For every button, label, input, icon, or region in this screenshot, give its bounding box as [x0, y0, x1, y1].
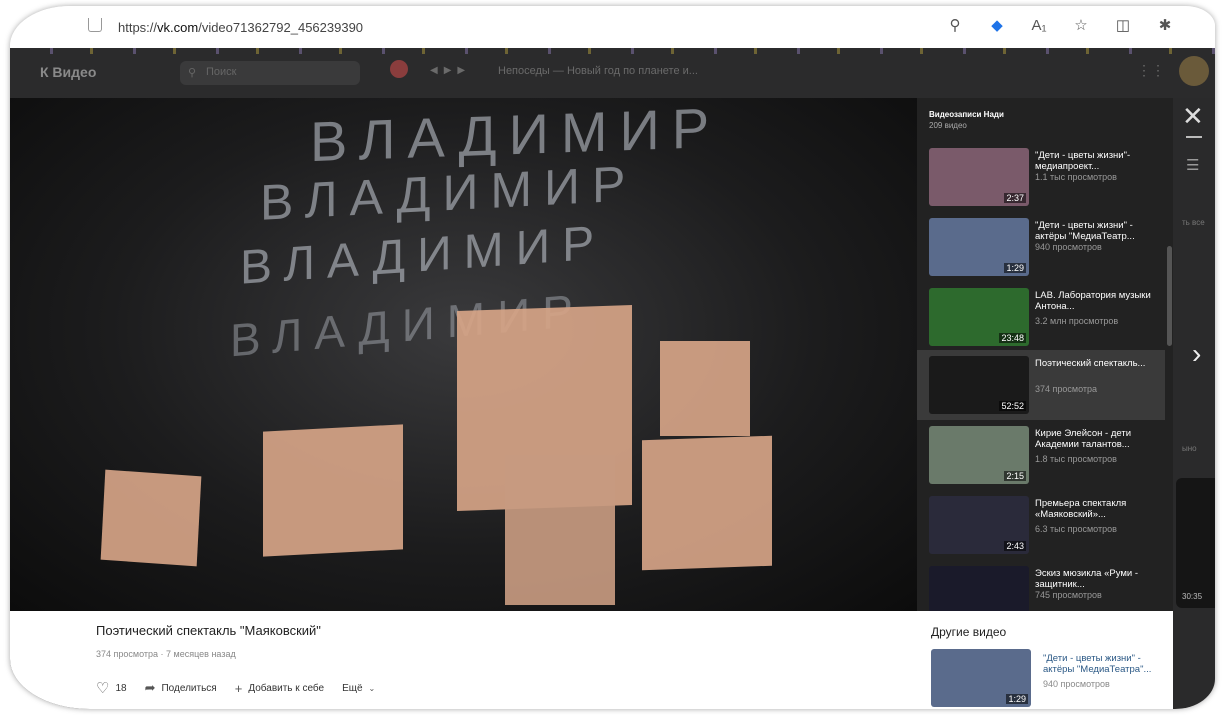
playlist-item-title[interactable]: "Дети - цветы жизни"-медиапроект...	[1035, 150, 1161, 172]
video-player[interactable]: ВЛАДИМИР ВЛАДИМИР ВЛАДИМИР ВЛАДИМИР	[10, 98, 917, 611]
add-to-mine-button[interactable]: + Добавить к себе	[235, 681, 324, 696]
chevron-down-icon: ⌄	[368, 683, 376, 693]
video-duration: 2:43	[1004, 541, 1026, 551]
playlist-toggle-icon[interactable]: ☰	[1186, 156, 1199, 174]
more-button[interactable]: Ещё ⌄	[342, 683, 375, 694]
playlist-item[interactable]: 14:33 Эскиз мюзикла «Руми - защитник...74…	[917, 560, 1165, 611]
close-icon[interactable]: ✕	[1182, 101, 1204, 132]
video-thumbnail[interactable]: 23:48	[929, 288, 1029, 346]
stage-cube	[263, 424, 403, 557]
other-videos: Другие видео 1:29 "Дети - цветы жизни" -…	[917, 611, 1173, 709]
video-meta: 374 просмотра · 7 месяцев назад	[96, 649, 236, 659]
video-thumbnail[interactable]: 14:33	[929, 566, 1029, 611]
video-duration: 1:29	[1006, 694, 1028, 704]
like-button[interactable]: ♡ 18	[96, 679, 127, 697]
playlist-item-views: 1.8 тыс просмотров	[1035, 454, 1117, 464]
now-playing-track[interactable]: Непоседы — Новый год по планете и...	[498, 65, 698, 77]
next-video-icon[interactable]: ›	[1192, 338, 1201, 370]
video-thumbnail[interactable]: 2:37	[929, 148, 1029, 206]
playlist-item[interactable]: 1:29 "Дети - цветы жизни" - актёры "Медиа…	[917, 212, 1165, 282]
playlist-item-views: 374 просмотра	[1035, 384, 1098, 394]
playlist-count: 209 видео	[929, 121, 967, 130]
tab-icon	[88, 18, 102, 32]
playlist-item[interactable]: 52:52 Поэтический спектакль... 374 просмот…	[917, 350, 1165, 420]
favorite-star-icon[interactable]: ☆	[1071, 16, 1091, 36]
show-all-link[interactable]: ть все	[1182, 218, 1205, 227]
other-video-views: 940 просмотров	[1043, 679, 1110, 689]
other-videos-title: Другие видео	[931, 625, 1007, 639]
video-duration: 2:15	[1004, 471, 1026, 481]
share-label: Поделиться	[161, 682, 217, 694]
video-duration: 23:48	[999, 333, 1026, 343]
stage-cube	[505, 455, 615, 605]
stage-cube	[660, 341, 750, 436]
video-thumbnail[interactable]: 52:52	[929, 356, 1029, 414]
search-icon: ⚲	[188, 67, 197, 79]
playlist-item-title[interactable]: Премьера спектакля «Маяковский»...	[1035, 498, 1161, 520]
more-label: Ещё	[342, 682, 363, 694]
apps-grid-icon[interactable]: ⋮⋮	[1137, 62, 1165, 80]
playlist-item-views: 1.1 тыс просмотров	[1035, 172, 1117, 182]
share-button[interactable]: ➦ Поделиться	[145, 680, 217, 696]
player-controls[interactable]: ◀▶▶	[430, 65, 471, 76]
video-actions: ♡ 18 ➦ Поделиться + Добавить к себе Ещё …	[96, 679, 375, 697]
playlist-item-title[interactable]: Кирие Элейсон - дети Академии талантов..…	[1035, 428, 1161, 450]
read-aloud-icon[interactable]: A₁	[1029, 16, 1049, 36]
avatar[interactable]	[1179, 56, 1209, 86]
browser-window: https://vk.com/video71362792_456239390 ⚲…	[10, 6, 1215, 709]
url-prefix: https://	[118, 20, 158, 35]
playlist-panel: Видеозаписи Нади 209 видео 2:37 "Дети - ц…	[917, 98, 1173, 611]
playlist-item-views: 3.2 млн просмотров	[1035, 316, 1119, 326]
video-thumbnail[interactable]: 2:43	[929, 496, 1029, 554]
video-title: Поэтический спектакль "Маяковский"	[96, 623, 321, 638]
side-video-card[interactable]: 30:35	[1176, 478, 1215, 608]
playlist-scrollbar[interactable]	[1167, 246, 1172, 346]
playlist-item-views: 6.3 тыс просмотров	[1035, 524, 1117, 534]
heart-icon: ♡	[96, 680, 110, 697]
side-video-duration: 30:35	[1182, 592, 1203, 601]
add-label: Добавить к себе	[248, 682, 325, 694]
share-icon: ➦	[144, 680, 156, 695]
vk-header: К Видео ⚲ Поиск ◀▶▶ Непоседы — Новый год…	[10, 48, 1215, 98]
other-video-thumbnail[interactable]: 1:29	[931, 649, 1031, 707]
minimize-icon[interactable]	[1186, 136, 1202, 138]
video-duration: 52:52	[999, 401, 1026, 411]
playlist-item-title[interactable]: LAB. Лаборатория музыки Антона...	[1035, 290, 1161, 312]
favorites-list-icon[interactable]: ✱	[1155, 16, 1175, 36]
url-domain: vk.com	[157, 20, 199, 35]
playlist-item-title[interactable]: Эскиз мюзикла «Руми - защитник...	[1035, 568, 1161, 590]
playlist-item-title[interactable]: Поэтический спектакль...	[1035, 358, 1161, 369]
split-screen-icon[interactable]: ◫	[1113, 16, 1133, 36]
video-duration: 2:37	[1004, 193, 1026, 203]
other-video-title[interactable]: "Дети - цветы жизни" - актёры "МедиаТеат…	[1043, 653, 1169, 675]
side-more-link[interactable]: ыно	[1182, 444, 1197, 453]
playlist-item[interactable]: 2:43 Премьера спектакля «Маяковский»... 6.…	[917, 490, 1165, 560]
plus-icon: +	[234, 680, 243, 696]
url-path: /video71362792_456239390	[198, 20, 364, 35]
zoom-icon[interactable]: ⚲	[945, 16, 965, 36]
video-thumbnail[interactable]: 2:15	[929, 426, 1029, 484]
stage-cube	[642, 435, 772, 571]
notification-icon[interactable]	[390, 60, 408, 78]
playlist-item-title[interactable]: "Дети - цветы жизни" - актёры "МедиаТеат…	[1035, 220, 1161, 242]
search-input[interactable]: ⚲ Поиск	[180, 61, 360, 85]
playlist-title[interactable]: Видеозаписи Нади	[929, 110, 1161, 119]
video-info: Поэтический спектакль "Маяковский" 374 п…	[10, 611, 917, 709]
stage-cube	[100, 469, 202, 567]
address-bar[interactable]: https://vk.com/video71362792_456239390 ⚲…	[10, 6, 1215, 48]
video-thumbnail[interactable]: 1:29	[929, 218, 1029, 276]
playlist-item-views: 745 просмотров	[1035, 590, 1102, 600]
decor-lights	[10, 48, 1215, 54]
browser-toolbar: ⚲ ◆ A₁ ☆ ◫ ✱	[945, 16, 1175, 36]
playlist-item[interactable]: 23:48 LAB. Лаборатория музыки Антона... 3.…	[917, 282, 1165, 352]
playlist-item[interactable]: 2:37 "Дети - цветы жизни"-медиапроект... 1…	[917, 142, 1165, 212]
playlist-item-views: 940 просмотров	[1035, 242, 1102, 252]
video-duration: 1:29	[1004, 263, 1026, 273]
url-text[interactable]: https://vk.com/video71362792_456239390	[118, 20, 363, 35]
like-count: 18	[115, 682, 127, 694]
vk-video-logo[interactable]: К Видео	[40, 64, 96, 80]
playlist-item[interactable]: 2:15 Кирие Элейсон - дети Академии талант…	[917, 420, 1165, 490]
extension-icon[interactable]: ◆	[987, 16, 1007, 36]
search-placeholder: Поиск	[206, 66, 237, 78]
